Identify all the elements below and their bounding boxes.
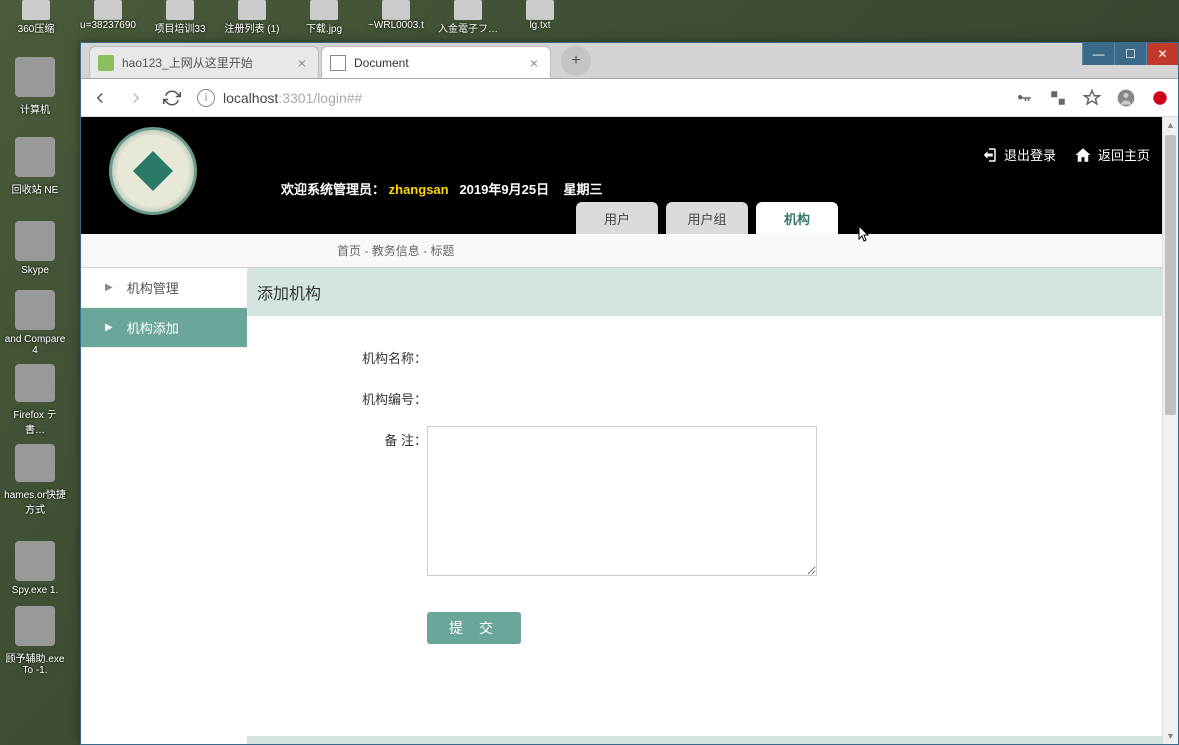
breadcrumb-item[interactable]: 教务信息 bbox=[372, 244, 420, 258]
sidebar: ▶ 机构管理 ▶ 机构添加 bbox=[81, 268, 247, 744]
desktop-icon[interactable]: 项目培训33 bbox=[144, 0, 216, 36]
home-label: 返回主页 bbox=[1098, 145, 1150, 164]
desktop-top-row: 360压缩u=38237690项目培训33注册列表 (1)下载.jpg~WRL0… bbox=[0, 0, 1179, 36]
hao123-favicon-icon bbox=[98, 55, 114, 71]
breadcrumb-item: 标题 bbox=[430, 244, 454, 258]
desktop-icon[interactable]: 回收站 NE bbox=[0, 120, 70, 200]
close-icon[interactable]: × bbox=[526, 55, 542, 71]
minimize-button[interactable]: — bbox=[1082, 43, 1114, 65]
url-text: localhost:3301/login## bbox=[223, 90, 362, 106]
page-viewport: 欢迎系统管理员： zhangsan 2019年9月25日 星期三 退出登录 返回… bbox=[81, 117, 1178, 744]
sidebar-item-label: 机构添加 bbox=[127, 318, 179, 337]
header-actions: 退出登录 返回主页 bbox=[980, 145, 1150, 164]
remark-label: 备 注： bbox=[247, 426, 427, 449]
desktop-icon[interactable]: 注册列表 (1) bbox=[216, 0, 288, 36]
close-button[interactable]: ✕ bbox=[1146, 43, 1178, 65]
new-tab-button[interactable]: + bbox=[561, 46, 591, 76]
module-tab[interactable]: 用户组 bbox=[666, 202, 748, 234]
browser-tab[interactable]: hao123_上网从这里开始 × bbox=[89, 46, 319, 78]
back-button[interactable] bbox=[89, 87, 111, 109]
site-logo bbox=[109, 127, 197, 215]
maximize-button[interactable]: ☐ bbox=[1114, 43, 1146, 65]
scroll-up-icon[interactable]: ▲ bbox=[1163, 117, 1178, 133]
page-title: 添加机构 bbox=[247, 268, 1178, 316]
scroll-down-icon[interactable]: ▼ bbox=[1163, 728, 1178, 744]
home-button[interactable]: 返回主页 bbox=[1074, 145, 1150, 164]
browser-tabs-bar: hao123_上网从这里开始 × Document × + bbox=[81, 43, 1178, 79]
desktop-icon[interactable]: hames.or快捷方式 bbox=[0, 440, 70, 520]
browser-window: — ☐ ✕ hao123_上网从这里开始 × Document × + i bbox=[80, 42, 1179, 745]
sidebar-item[interactable]: ▶ 机构添加 bbox=[81, 308, 247, 348]
desktop-icon[interactable]: Skype bbox=[0, 200, 70, 280]
star-icon[interactable] bbox=[1082, 88, 1102, 108]
site-info-icon[interactable]: i bbox=[197, 89, 215, 107]
chevron-right-icon: ▶ bbox=[105, 322, 113, 333]
desktop-icon[interactable]: lg.txt bbox=[504, 0, 576, 36]
close-icon[interactable]: × bbox=[294, 55, 310, 71]
form-card: 机构名称： 机构编号： 备 注： 提 交 bbox=[247, 316, 1168, 736]
page-header: 欢迎系统管理员： zhangsan 2019年9月25日 星期三 退出登录 返回… bbox=[81, 117, 1178, 234]
desktop-icon[interactable]: ~WRL0003.t bbox=[360, 0, 432, 36]
toolbar-right bbox=[1014, 88, 1170, 108]
breadcrumb-item[interactable]: 首页 bbox=[337, 244, 361, 258]
browser-tab[interactable]: Document × bbox=[321, 46, 551, 78]
module-tab[interactable]: 用户 bbox=[576, 202, 658, 234]
welcome-text: 欢迎系统管理员： zhangsan 2019年9月25日 星期三 bbox=[281, 179, 603, 198]
window-controls: — ☐ ✕ bbox=[1082, 43, 1178, 65]
submit-button[interactable]: 提 交 bbox=[427, 612, 521, 644]
tab-title: hao123_上网从这里开始 bbox=[122, 54, 294, 71]
org-name-label: 机构名称： bbox=[247, 344, 427, 367]
page-body: ▶ 机构管理 ▶ 机构添加 添加机构 机构名称： 机构编号： 备 注： 提 交 bbox=[81, 268, 1178, 744]
form-row-remark: 备 注： bbox=[247, 426, 1168, 576]
desktop-icon[interactable]: Spy.exe 1. bbox=[0, 520, 70, 600]
desktop-icon[interactable]: 顾予辅助.exe To -1. bbox=[0, 600, 70, 680]
forward-button[interactable] bbox=[125, 87, 147, 109]
key-icon[interactable] bbox=[1014, 88, 1034, 108]
desktop-icon[interactable]: Firefox テ書… bbox=[0, 360, 70, 440]
main-content: 添加机构 机构名称： 机构编号： 备 注： 提 交 bbox=[247, 268, 1178, 744]
module-tab[interactable]: 机构 bbox=[756, 202, 838, 234]
module-tabs: 用户用户组机构 bbox=[576, 202, 838, 234]
breadcrumb: 首页 - 教务信息 - 标题 bbox=[81, 234, 1178, 268]
logout-label: 退出登录 bbox=[1004, 145, 1056, 164]
sidebar-item-label: 机构管理 bbox=[127, 278, 179, 297]
translate-icon[interactable] bbox=[1048, 88, 1068, 108]
logout-icon bbox=[980, 146, 998, 164]
form-row-code: 机构编号： bbox=[247, 385, 1168, 408]
reload-button[interactable] bbox=[161, 87, 183, 109]
sidebar-item[interactable]: ▶ 机构管理 bbox=[81, 268, 247, 308]
form-row-name: 机构名称： bbox=[247, 344, 1168, 367]
desktop-icon[interactable]: u=38237690 bbox=[72, 0, 144, 36]
desktop-icon[interactable]: and Compare 4 bbox=[0, 280, 70, 360]
logout-button[interactable]: 退出登录 bbox=[980, 145, 1056, 164]
scrollbar-thumb[interactable] bbox=[1165, 135, 1176, 415]
chevron-right-icon: ▶ bbox=[105, 282, 113, 293]
desktop-left-col: 计算机回收站 NESkypeand Compare 4Firefox テ書…ha… bbox=[0, 40, 80, 680]
desktop-icon[interactable]: 计算机 bbox=[0, 40, 70, 120]
desktop-icon[interactable]: 下载.jpg bbox=[288, 0, 360, 36]
tab-title: Document bbox=[354, 56, 526, 70]
profile-icon[interactable] bbox=[1116, 88, 1136, 108]
desktop-icon[interactable]: 360压缩 bbox=[0, 0, 72, 36]
address-bar[interactable]: i localhost:3301/login## bbox=[197, 84, 1000, 112]
desktop-icon[interactable]: 入金電子フ… bbox=[432, 0, 504, 36]
org-code-label: 机构编号： bbox=[247, 385, 427, 408]
vertical-scrollbar[interactable]: ▲ ▼ bbox=[1162, 117, 1178, 744]
document-favicon-icon bbox=[330, 55, 346, 71]
extension-icon[interactable] bbox=[1150, 88, 1170, 108]
home-icon bbox=[1074, 146, 1092, 164]
remark-textarea[interactable] bbox=[427, 426, 817, 576]
url-bar: i localhost:3301/login## bbox=[81, 79, 1178, 117]
